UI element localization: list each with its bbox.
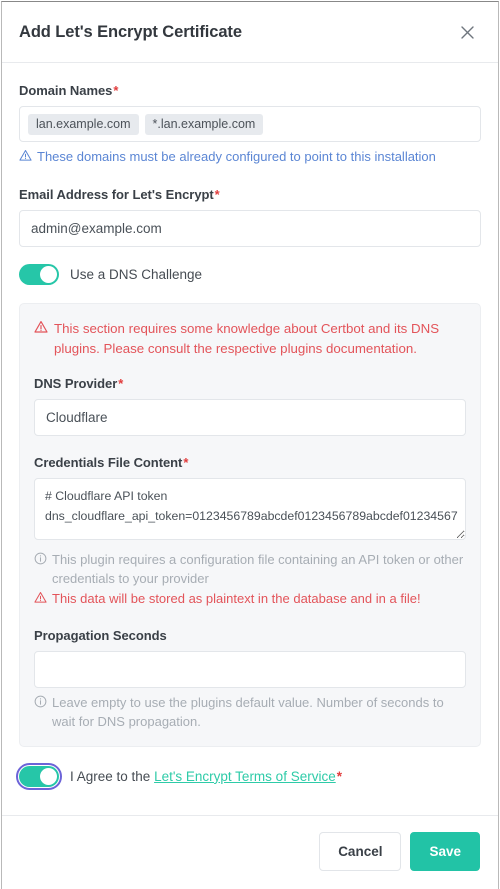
dns-challenge-toggle[interactable] [19,263,59,285]
add-certificate-dialog: Add Let's Encrypt Certificate Domain Nam… [1,1,499,889]
terms-agree-label: I Agree to the Let's Encrypt Terms of Se… [70,769,342,784]
terms-agree-toggle[interactable] [16,762,62,790]
close-glyph [460,25,474,39]
dialog-footer: Cancel Save [2,815,498,889]
toggle-knob [40,767,57,785]
propagation-info-text: Leave empty to use the plugins default v… [52,695,444,730]
dialog-body: Domain Names* lan.example.com *.lan.exam… [2,63,498,815]
warning-triangle-icon [34,320,48,334]
toggle-knob [40,265,57,283]
terms-toggle-row[interactable]: I Agree to the Let's Encrypt Terms of Se… [16,762,481,790]
domain-names-hint: These domains must be already configured… [19,148,481,167]
required-asterisk: * [113,83,119,98]
domain-names-hint-text: These domains must be already configured… [37,149,436,164]
page-title: Add Let's Encrypt Certificate [19,22,242,41]
propagation-label: Propagation Seconds [34,628,167,644]
dns-provider-label: DNS Provider* [34,376,466,391]
dns-panel-warning-text: This section requires some knowledge abo… [54,320,440,356]
terms-prefix: I Agree to the [70,768,155,784]
domain-tag[interactable]: lan.example.com [28,113,139,135]
propagation-info: Leave empty to use the plugins default v… [34,694,466,732]
dialog-header: Add Let's Encrypt Certificate [2,2,498,63]
credentials-label-text: Credentials File Content [34,454,183,470]
domain-names-label-text: Domain Names [19,83,113,98]
info-circle-icon [34,695,47,708]
dns-panel-warning: This section requires some knowledge abo… [34,319,466,359]
dns-challenge-toggle-row[interactable]: Use a DNS Challenge [19,263,481,285]
warning-triangle-icon [34,591,47,604]
propagation-seconds-input[interactable] [34,651,466,689]
credentials-textarea[interactable]: # Cloudflare API token dns_cloudflare_ap… [34,477,466,540]
credentials-info-text: This plugin requires a configuration fil… [52,551,464,586]
domain-tag[interactable]: *.lan.example.com [144,113,264,135]
save-button[interactable]: Save [410,832,480,871]
dns-provider-select[interactable] [34,398,466,436]
dns-challenge-toggle-label: Use a DNS Challenge [70,266,203,282]
info-circle-icon [34,552,47,565]
email-label-text: Email Address for Let's Encrypt [19,186,214,202]
warning-triangle-icon [19,149,32,162]
required-asterisk: * [183,454,189,470]
close-icon[interactable] [454,19,480,45]
required-asterisk: * [336,768,342,784]
required-asterisk: * [118,375,124,391]
credentials-warning: This data will be stored as plaintext in… [34,590,466,609]
credentials-label: Credentials File Content* [34,455,466,470]
credentials-warning-text: This data will be stored as plaintext in… [52,591,421,607]
dns-settings-panel: This section requires some knowledge abo… [19,302,481,747]
credentials-info: This plugin requires a configuration fil… [34,551,466,589]
terms-of-service-link[interactable]: Let's Encrypt Terms of Service [154,769,336,784]
cancel-button[interactable]: Cancel [319,832,402,871]
dns-provider-label-text: DNS Provider [34,375,118,391]
domain-names-input[interactable]: lan.example.com *.lan.example.com [19,106,481,142]
email-label: Email Address for Let's Encrypt* [19,187,481,202]
domain-names-label: Domain Names* [19,83,481,98]
email-field[interactable] [19,209,481,247]
required-asterisk: * [214,186,220,202]
